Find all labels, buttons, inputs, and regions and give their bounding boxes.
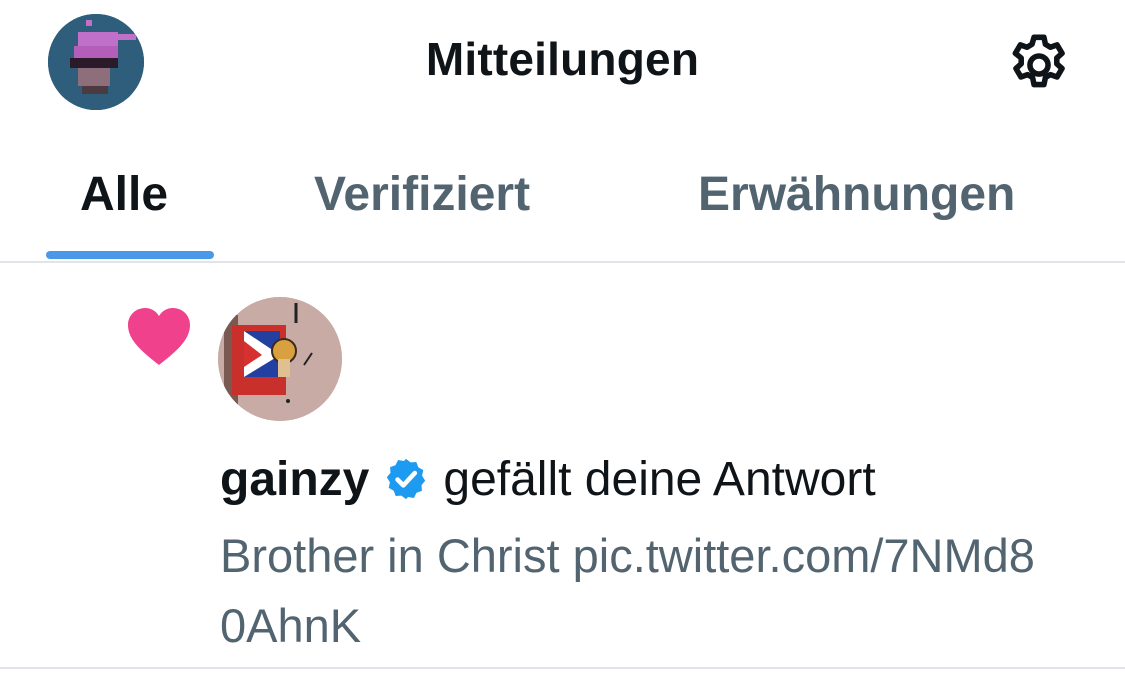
notification-text: gainzy gefällt deine Antwort	[220, 449, 876, 509]
heart-icon	[126, 307, 192, 367]
notification-action: gefällt deine Antwort	[443, 452, 876, 506]
tab-bar: Alle Verifiziert Erwähnungen	[0, 145, 1125, 263]
tab-all[interactable]: Alle	[80, 167, 168, 222]
notification-item[interactable]: gainzy gefällt deine Antwort Brother in …	[0, 263, 1125, 669]
verified-badge-icon	[387, 458, 426, 500]
tweet-preview[interactable]: Brother in Christ pic.twitter.com/7NMd80…	[220, 521, 1060, 661]
user-avatar[interactable]	[218, 297, 342, 421]
user-avatar-icon	[218, 297, 342, 421]
username[interactable]: gainzy	[220, 452, 369, 507]
tab-mentions[interactable]: Erwähnungen	[698, 167, 1015, 222]
page-title: Mitteilungen	[425, 33, 700, 85]
gear-icon	[1012, 34, 1065, 88]
tab-verified[interactable]: Verifiziert	[314, 167, 530, 222]
active-tab-indicator	[46, 251, 214, 259]
top-bar: Mitteilungen	[0, 0, 1125, 130]
settings-button[interactable]	[1004, 30, 1074, 100]
